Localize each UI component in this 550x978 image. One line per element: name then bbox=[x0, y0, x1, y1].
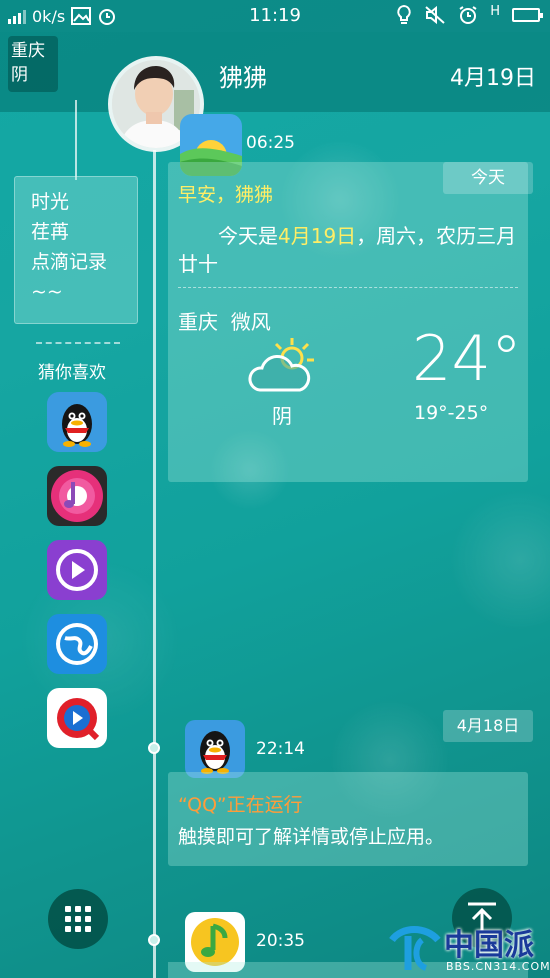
qq-video-icon bbox=[47, 688, 107, 748]
date-message: 今天是4月19日，周六，农历三月廿十 bbox=[178, 222, 518, 278]
status-right: H bbox=[396, 3, 543, 26]
header-date: 4月19日 bbox=[450, 66, 536, 91]
weather-location: 重庆 微风 bbox=[178, 306, 271, 335]
music-note-icon bbox=[47, 466, 107, 526]
qq-running-card[interactable] bbox=[168, 772, 528, 866]
memo-line-2: 荏苒 bbox=[31, 221, 70, 243]
qq-notification-icon[interactable] bbox=[185, 720, 245, 778]
app-name-quote: “QQ” bbox=[178, 794, 227, 816]
app-browser-button[interactable] bbox=[47, 614, 107, 674]
location-weather-badge[interactable]: 重庆 阴 bbox=[8, 36, 58, 92]
watermark: 中国派 BBS.CN314.COM bbox=[388, 918, 550, 978]
timeline-line bbox=[153, 150, 156, 978]
app-music-button[interactable] bbox=[47, 466, 107, 526]
weather-condition: 阴 bbox=[272, 404, 292, 428]
memo-note[interactable]: 时光 荏苒 点滴记录 ~~ bbox=[14, 176, 138, 324]
battery-icon bbox=[512, 8, 543, 22]
qq-running-title: “QQ”正在运行 bbox=[178, 790, 303, 817]
note-hanger-line bbox=[75, 100, 77, 180]
status-bar: 0k/s 11:19 H bbox=[0, 0, 550, 32]
app-qqvideo-button[interactable] bbox=[47, 688, 107, 748]
date-prefix: 今天是 bbox=[218, 224, 278, 248]
watermark-brand: 中国派 bbox=[444, 928, 534, 963]
app-video-button[interactable] bbox=[47, 540, 107, 600]
temperature-range: 19°-25° bbox=[414, 402, 489, 424]
date-button-apr18[interactable]: 4月18日 bbox=[443, 710, 533, 742]
alarm-icon bbox=[459, 6, 477, 24]
cloud-sun-icon bbox=[246, 334, 324, 400]
entry-time-2: 22:14 bbox=[256, 739, 305, 759]
user-name[interactable]: 狒狒 bbox=[219, 58, 267, 93]
location-city: 重庆 bbox=[11, 41, 45, 61]
grid-icon bbox=[65, 906, 91, 932]
app-qq-button[interactable] bbox=[47, 392, 107, 452]
app-grid-button[interactable] bbox=[48, 889, 108, 949]
timeline-dot bbox=[148, 742, 160, 754]
globe-icon bbox=[47, 614, 107, 674]
temperature: 24° bbox=[412, 322, 522, 395]
weather-city: 重庆 bbox=[178, 310, 218, 334]
date-highlight: 4月19日 bbox=[278, 224, 357, 248]
watermark-logo-icon bbox=[389, 926, 441, 971]
network-type: H bbox=[490, 3, 500, 19]
qq-penguin-icon bbox=[185, 720, 245, 778]
card-divider bbox=[178, 287, 518, 288]
weather-wind: 微风 bbox=[230, 310, 271, 334]
play-icon bbox=[47, 540, 107, 600]
qq-running-desc: 触摸即可了解详情或停止应用。 bbox=[178, 826, 445, 848]
memo-line-1: 时光 bbox=[31, 191, 70, 213]
recommend-label: 猜你喜欢 bbox=[38, 363, 106, 383]
sidebar-divider bbox=[36, 342, 120, 344]
greeting-text: 早安，狒狒 bbox=[178, 184, 274, 206]
qq-penguin-icon bbox=[47, 392, 107, 452]
memo-line-3: 点滴记录 bbox=[31, 251, 108, 273]
entry-time: 06:25 bbox=[246, 133, 295, 153]
entry-time-3: 20:35 bbox=[256, 931, 305, 951]
memo-line-4: ~~ bbox=[31, 281, 63, 303]
watermark-url: BBS.CN314.COM bbox=[446, 960, 550, 973]
running-text: 正在运行 bbox=[226, 794, 303, 816]
location-weather: 阴 bbox=[11, 65, 28, 85]
mute-icon bbox=[425, 5, 445, 25]
today-button[interactable]: 今天 bbox=[443, 162, 533, 194]
lightbulb-icon bbox=[397, 4, 411, 24]
timeline-dot-3 bbox=[148, 934, 160, 946]
